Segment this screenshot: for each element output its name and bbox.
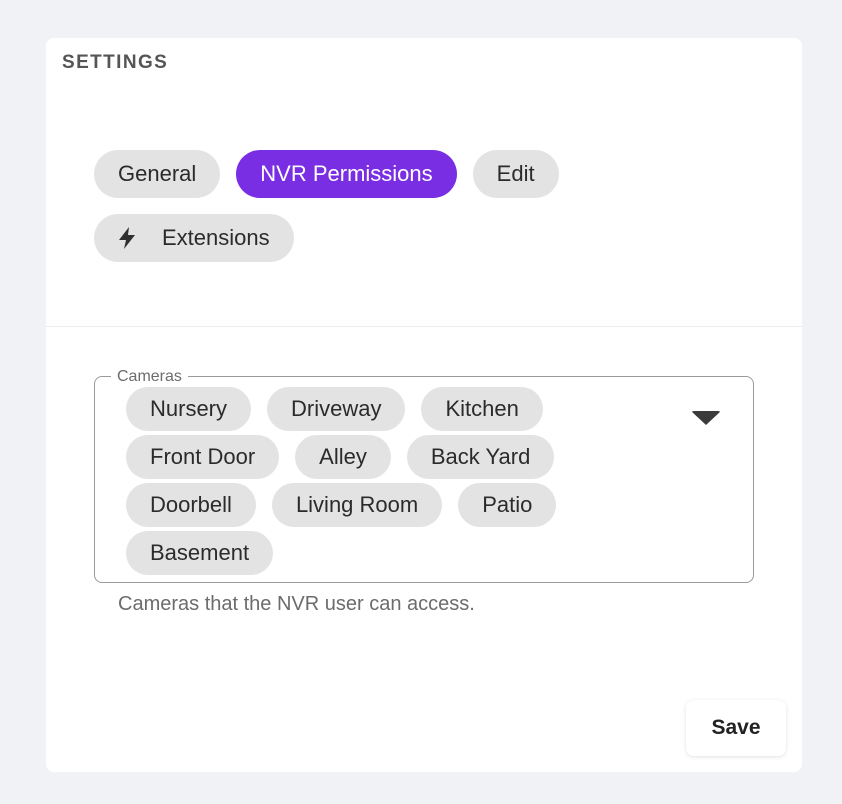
tab-nvr-permissions[interactable]: NVR Permissions	[236, 150, 457, 198]
tab-general[interactable]: General	[94, 150, 221, 198]
camera-chip[interactable]: Doorbell	[126, 483, 256, 527]
tab-extensions-label: Extensions	[162, 225, 270, 250]
cameras-helper-text: Cameras that the NVR user can access.	[118, 593, 475, 615]
camera-chip[interactable]: Driveway	[267, 387, 406, 431]
camera-chip[interactable]: Basement	[126, 531, 274, 575]
save-button[interactable]: Save	[686, 700, 786, 756]
tab-extensions[interactable]: Extensions	[94, 214, 294, 262]
tab-general-label: General	[118, 161, 197, 186]
camera-chip[interactable]: Patio	[458, 483, 557, 527]
caret-down-icon[interactable]	[691, 411, 721, 425]
cameras-select[interactable]: Cameras Nursery Driveway Kitchen Front D…	[94, 367, 754, 583]
tab-edit-label: Edit	[496, 161, 535, 186]
section-divider	[46, 326, 802, 327]
tab-edit[interactable]: Edit	[472, 150, 559, 198]
camera-chip[interactable]: Living Room	[271, 483, 443, 527]
camera-chip[interactable]: Kitchen	[421, 387, 543, 431]
camera-chip[interactable]: Back Yard	[406, 435, 555, 479]
camera-chips: Nursery Driveway Kitchen Front Door Alle…	[126, 385, 626, 577]
settings-card: SETTINGS General NVR Permissions Edit Ex…	[46, 38, 802, 772]
bolt-icon	[116, 226, 138, 250]
camera-chip[interactable]: Front Door	[126, 435, 280, 479]
camera-chip[interactable]: Nursery	[126, 387, 252, 431]
settings-tabs: General NVR Permissions Edit Extensions	[94, 150, 614, 262]
settings-title: SETTINGS	[62, 52, 169, 73]
tab-nvr-permissions-label: NVR Permissions	[260, 161, 433, 186]
camera-chip[interactable]: Alley	[295, 435, 391, 479]
cameras-legend: Cameras	[111, 367, 188, 387]
